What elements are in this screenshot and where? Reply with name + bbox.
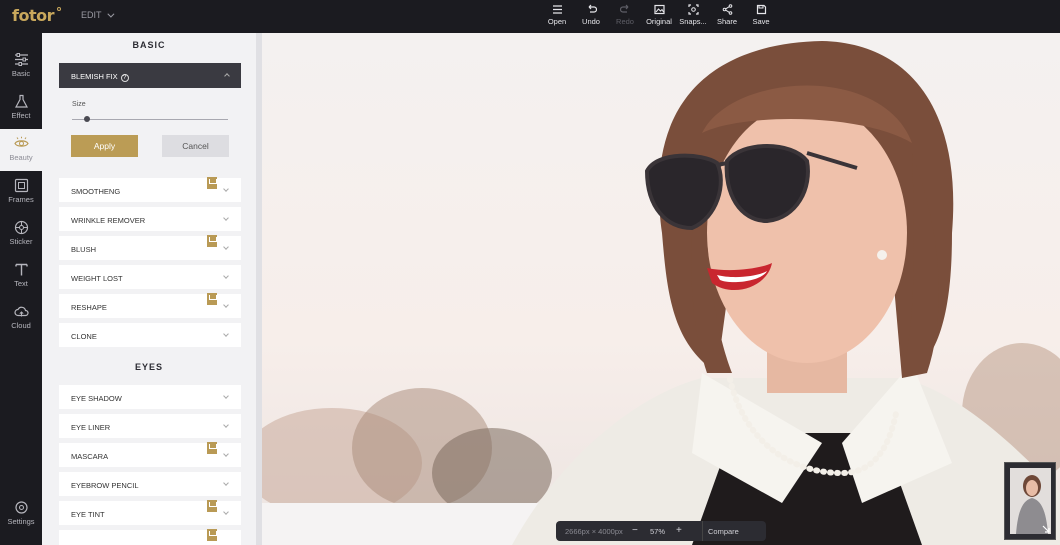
save-button[interactable]: Save <box>744 4 778 32</box>
zoom-in-button[interactable]: + <box>676 525 682 536</box>
size-slider-handle[interactable] <box>84 116 90 122</box>
navigator-thumbnail[interactable] <box>1004 462 1056 540</box>
nav-frames[interactable]: Frames <box>0 171 42 213</box>
share-button[interactable]: Share <box>710 4 744 32</box>
canvas-status-bar: 2666px × 4000px − 57% + Compare <box>556 521 766 541</box>
premium-badge-icon <box>207 529 217 541</box>
nav-basic[interactable]: Basic <box>0 45 42 87</box>
chevron-down-icon <box>223 480 229 486</box>
flask-icon <box>14 94 28 108</box>
premium-badge-icon <box>207 177 217 189</box>
compare-button[interactable]: Compare <box>708 527 739 536</box>
eye-icon <box>13 136 29 147</box>
edited-photo <box>262 33 1060 545</box>
tool-eye-liner[interactable]: EYE LINER <box>59 414 241 438</box>
original-button[interactable]: Original <box>642 4 676 32</box>
premium-badge-icon <box>207 293 217 305</box>
floppy-icon <box>756 4 766 15</box>
zoom-out-button[interactable]: − <box>632 525 638 536</box>
help-icon[interactable]: ? <box>120 74 129 82</box>
chevron-down-icon <box>223 186 229 192</box>
zoom-level: 57% <box>650 527 666 536</box>
open-button[interactable]: Open <box>540 4 574 32</box>
tool-smootheng[interactable]: SMOOTHENG <box>59 177 241 202</box>
nav-beauty[interactable]: Beauty <box>0 129 42 171</box>
tool-blush[interactable]: BLUSH <box>59 235 241 260</box>
undo-icon <box>588 4 597 13</box>
size-slider-track[interactable] <box>72 119 228 120</box>
divider <box>702 521 703 541</box>
frame-icon <box>14 178 28 193</box>
snapshot-button[interactable]: Snaps... <box>676 4 710 32</box>
tool-eye-shadow[interactable]: EYE SHADOW <box>59 385 241 409</box>
fotor-logo[interactable]: fotor <box>12 6 61 25</box>
tool-mascara[interactable]: MASCARA <box>59 442 241 467</box>
chevron-down-icon <box>223 273 229 279</box>
tool-clone[interactable]: CLONE <box>59 323 241 347</box>
text-icon <box>14 263 28 276</box>
undo-button[interactable]: Undo <box>574 4 608 32</box>
menu-icon <box>552 5 562 14</box>
edit-menu[interactable]: EDIT <box>81 10 114 20</box>
premium-badge-icon <box>207 235 217 247</box>
image-icon <box>653 4 665 15</box>
nav-text[interactable]: Text <box>0 255 42 297</box>
sticker-icon <box>14 220 28 235</box>
redo-icon <box>619 4 628 13</box>
left-nav-rail: Basic Effect Beauty Frames Sticker Text … <box>0 33 42 545</box>
nav-effect[interactable]: Effect <box>0 87 42 129</box>
chevron-down-icon <box>223 302 229 308</box>
chevron-up-icon <box>224 73 230 79</box>
chevron-down-icon <box>223 215 229 221</box>
section-heading-basic: BASIC <box>132 40 166 50</box>
size-label: Size <box>72 101 86 108</box>
blemish-fix-header[interactable]: BLEMISH FIX? <box>59 63 241 88</box>
photo-canvas[interactable] <box>262 33 1060 545</box>
cancel-button[interactable]: Cancel <box>162 135 229 157</box>
apply-button[interactable]: Apply <box>71 135 138 157</box>
gear-icon <box>14 501 28 514</box>
nav-settings[interactable]: Settings <box>0 493 42 535</box>
nav-cloud[interactable]: Cloud <box>0 297 42 339</box>
share-icon <box>722 4 732 15</box>
image-dimensions: 2666px × 4000px <box>565 527 623 536</box>
sliders-icon <box>14 53 28 66</box>
premium-badge-icon <box>207 500 217 512</box>
tool-wrinkle-remover[interactable]: WRINKLE REMOVER <box>59 207 241 231</box>
expand-icon[interactable] <box>1042 525 1050 533</box>
chevron-down-icon <box>223 451 229 457</box>
snapshot-icon <box>687 4 699 15</box>
beauty-panel: BASIC BLEMISH FIX? Size Apply Cancel SMO… <box>42 33 262 545</box>
section-heading-eyes: EYES <box>134 362 163 372</box>
chevron-down-icon <box>223 509 229 515</box>
tool-reshape[interactable]: RESHAPE <box>59 293 241 318</box>
tool-eye-tint[interactable]: EYE TINT <box>59 500 241 525</box>
chevron-down-icon <box>223 244 229 250</box>
chevron-down-icon <box>223 422 229 428</box>
main-toolbar: Open Undo Redo Original Snaps... Share S… <box>540 4 778 32</box>
chevron-down-icon <box>106 10 114 18</box>
cloud-icon <box>13 306 29 317</box>
chevron-down-icon <box>223 393 229 399</box>
chevron-down-icon <box>223 331 229 337</box>
nav-sticker[interactable]: Sticker <box>0 213 42 255</box>
tool-row-partial[interactable] <box>59 529 241 545</box>
tool-eyebrow-pencil[interactable]: EYEBROW PENCIL <box>59 472 241 496</box>
redo-button[interactable]: Redo <box>608 4 642 32</box>
top-bar: fotor EDIT Open Undo Redo Original Snaps… <box>0 0 1060 33</box>
premium-badge-icon <box>207 442 217 454</box>
tool-weight-lost[interactable]: WEIGHT LOST <box>59 265 241 289</box>
